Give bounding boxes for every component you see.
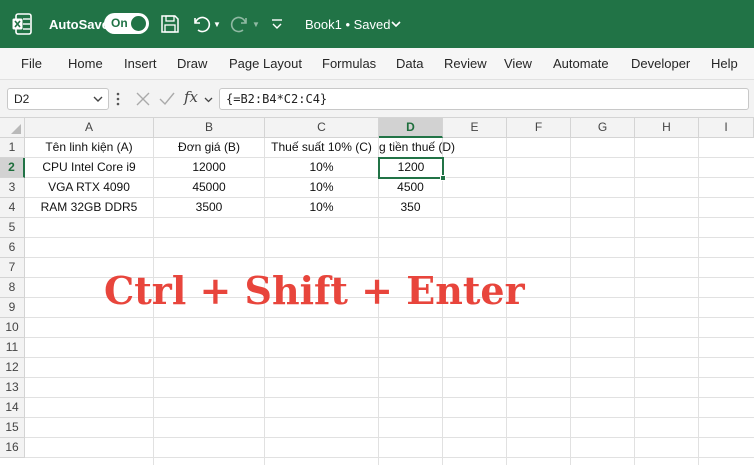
select-all-icon: [11, 124, 21, 134]
chevron-down-icon[interactable]: [390, 18, 402, 30]
select-all-button[interactable]: [0, 118, 25, 138]
undo-dropdown-icon[interactable]: ▼: [213, 20, 221, 29]
document-title[interactable]: Book1 • Saved: [305, 17, 391, 32]
tab-home[interactable]: Home: [68, 56, 103, 71]
excel-logo-icon: [12, 13, 32, 35]
column-header-c[interactable]: C: [265, 118, 379, 138]
column-header-b[interactable]: B: [154, 118, 265, 138]
tab-draw[interactable]: Draw: [177, 56, 207, 71]
name-box-value: D2: [14, 92, 30, 106]
column-header-i[interactable]: I: [699, 118, 754, 138]
row-header-6[interactable]: 6: [0, 238, 25, 258]
column-header-f[interactable]: F: [507, 118, 571, 138]
cell-a2[interactable]: CPU Intel Core i9: [25, 158, 154, 178]
cell-c2[interactable]: 10%: [265, 158, 379, 178]
title-bar: AutoSave On ▼ ▼ Book1 • Saved: [0, 0, 754, 48]
row-header-9[interactable]: 9: [0, 298, 25, 318]
cell-c4[interactable]: 10%: [265, 198, 379, 218]
tab-help[interactable]: Help: [711, 56, 738, 71]
column-header-h[interactable]: H: [635, 118, 699, 138]
row-header-2[interactable]: 2: [0, 158, 25, 178]
cell-d1[interactable]: g tiền thuế (D): [379, 138, 479, 158]
row-header-5[interactable]: 5: [0, 218, 25, 238]
tab-view[interactable]: View: [504, 56, 532, 71]
row-header-4[interactable]: 4: [0, 198, 25, 218]
enter-check-icon[interactable]: [159, 92, 175, 106]
chevron-down-icon[interactable]: [93, 94, 103, 104]
autosave-toggle[interactable]: On: [104, 13, 149, 34]
redo-icon[interactable]: [229, 13, 251, 35]
tab-file[interactable]: File: [21, 56, 42, 71]
column-header-g[interactable]: G: [571, 118, 635, 138]
chevron-down-icon[interactable]: [204, 95, 213, 104]
row-header-7[interactable]: 7: [0, 258, 25, 278]
tab-automate[interactable]: Automate: [553, 56, 609, 71]
tab-insert[interactable]: Insert: [124, 56, 157, 71]
column-header-d[interactable]: D: [379, 118, 443, 138]
row-header-13[interactable]: 13: [0, 378, 25, 398]
column-header-a[interactable]: A: [25, 118, 154, 138]
redo-dropdown-icon[interactable]: ▼: [252, 20, 260, 29]
row-header-8[interactable]: 8: [0, 278, 25, 298]
row-header-10[interactable]: 10: [0, 318, 25, 338]
save-icon[interactable]: [160, 13, 180, 35]
tab-page-layout[interactable]: Page Layout: [229, 56, 302, 71]
row-header-12[interactable]: 12: [0, 358, 25, 378]
cell-b1[interactable]: Đơn giá (B): [154, 138, 265, 158]
cell-d2[interactable]: 1200: [378, 157, 446, 181]
cell-b4[interactable]: 3500: [154, 198, 265, 218]
tab-developer[interactable]: Developer: [631, 56, 690, 71]
cell-c3[interactable]: 10%: [265, 178, 379, 198]
row-header-3[interactable]: 3: [0, 178, 25, 198]
shortcut-annotation: Ctrl + Shift + Enter: [104, 268, 525, 313]
tab-data[interactable]: Data: [396, 56, 423, 71]
row-header-1[interactable]: 1: [0, 138, 25, 158]
cell-c1[interactable]: Thuế suất 10% (C): [265, 138, 379, 158]
undo-icon[interactable]: [190, 13, 212, 35]
insert-function-icon[interactable]: fx: [184, 88, 198, 106]
autosave-state: On: [111, 16, 128, 30]
formula-bar: D2 fx {=B2:B4*C2:C4}: [0, 80, 754, 118]
ribbon-tabs: File Home Insert Draw Page Layout Formul…: [0, 48, 754, 80]
cell-d3[interactable]: 4500: [379, 178, 443, 198]
tab-formulas[interactable]: Formulas: [322, 56, 376, 71]
formula-input[interactable]: {=B2:B4*C2:C4}: [219, 88, 749, 110]
row-header-14[interactable]: 14: [0, 398, 25, 418]
cell-b2[interactable]: 12000: [154, 158, 265, 178]
column-header-e[interactable]: E: [443, 118, 507, 138]
cancel-icon[interactable]: [136, 92, 150, 106]
tab-review[interactable]: Review: [444, 56, 487, 71]
cell-b3[interactable]: 45000: [154, 178, 265, 198]
cell-d2-value: 1200: [397, 160, 425, 174]
autosave-label: AutoSave: [49, 17, 109, 32]
customize-toolbar-icon[interactable]: [270, 14, 284, 34]
name-box[interactable]: D2: [7, 88, 109, 110]
row-header-15[interactable]: 15: [0, 418, 25, 438]
row-header-11[interactable]: 11: [0, 338, 25, 358]
cell-a1[interactable]: Tên linh kiện (A): [25, 138, 154, 158]
more-options-icon[interactable]: [116, 92, 120, 106]
fill-handle[interactable]: [440, 175, 446, 181]
cell-a3[interactable]: VGA RTX 4090: [25, 178, 154, 198]
cell-a4[interactable]: RAM 32GB DDR5: [25, 198, 154, 218]
row-header-16[interactable]: 16: [0, 438, 25, 458]
toggle-knob: [131, 16, 146, 31]
cell-d4[interactable]: 350: [379, 198, 443, 218]
